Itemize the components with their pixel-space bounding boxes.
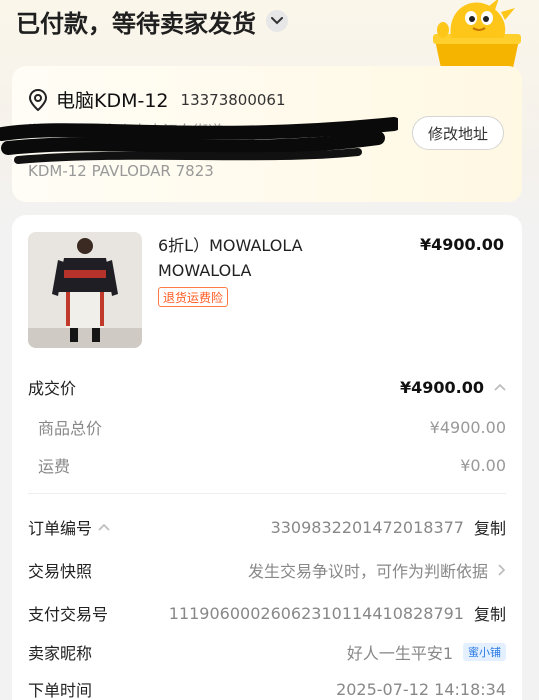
payment-number-row: 支付交易号 1119060002606231011441082879​1 复制	[28, 601, 506, 625]
order-time-label: 下单时间	[28, 681, 93, 700]
payment-number-label: 支付交易号	[28, 605, 109, 624]
payment-number-value: 1119060002606231011441082879​1	[168, 603, 464, 623]
location-pin-icon	[28, 88, 48, 111]
shipping-label: 运费	[38, 457, 71, 476]
chevron-up-icon[interactable]	[98, 523, 110, 531]
seller-badge: 蜜小铺	[463, 643, 506, 661]
mascot-icon	[433, 0, 521, 68]
goods-total-row: 商品总价 ¥4900.00	[28, 415, 506, 439]
shipping-value: ¥0.00	[460, 455, 506, 475]
chevron-down-icon[interactable]	[266, 10, 288, 32]
order-time-row: 下单时间 2025-07-12 14:18:34	[28, 677, 506, 700]
modify-address-button[interactable]: 修改地址	[412, 116, 504, 150]
recipient-phone: 13373800061	[180, 90, 286, 109]
order-status-title: 已付款，等待卖家发货	[16, 9, 256, 38]
address-city: KDM-12 PAVLODAR 7823	[28, 162, 214, 180]
section-divider	[28, 493, 506, 494]
snapshot-row[interactable]: 交易快照 发生交易争议时，可作为判断依据	[28, 558, 506, 582]
address-card: 电脑KDM-12 13373800061 浙江省金华市义乌市江东街道… KDM-…	[0, 66, 522, 202]
recipient-name: 电脑KDM-12	[56, 90, 169, 112]
chevron-up-icon[interactable]	[494, 383, 506, 391]
return-shipping-insurance-tag[interactable]: 退货运费险	[158, 287, 229, 307]
product-title[interactable]: 6折L）MOWALOLA MOWALOLA	[158, 233, 398, 283]
order-card: 6折L）MOWALOLA MOWALOLA ¥4900.00 退货运费险 成交价…	[12, 215, 522, 700]
order-number-label: 订单编号	[28, 519, 93, 538]
order-number-row: 订单编号 3309832201472018377 复制	[28, 515, 506, 539]
goods-total-label: 商品总价	[38, 419, 103, 438]
seller-row[interactable]: 卖家昵称 好人一生平安1 蜜小铺	[28, 640, 506, 664]
order-status-header[interactable]: 已付款，等待卖家发货	[16, 6, 288, 38]
product-price: ¥4900.00	[419, 235, 504, 254]
order-time-value: 2025-07-12 14:18:34	[336, 679, 506, 699]
address-recipient-line: 电脑KDM-12 13373800061	[28, 86, 286, 113]
seller-name: 好人一生平安1	[346, 644, 453, 663]
chevron-right-icon	[498, 564, 506, 576]
copy-payment-number-button[interactable]: 复制	[474, 601, 506, 625]
deal-price-value: ¥4900.00	[399, 377, 484, 397]
deal-price-label: 成交价	[28, 379, 77, 398]
seller-label: 卖家昵称	[28, 644, 93, 663]
order-number-value: 3309832201472018377	[270, 517, 464, 537]
shipping-row: 运费 ¥0.00	[28, 453, 506, 477]
deal-price-row[interactable]: 成交价 ¥4900.00	[28, 375, 506, 399]
product-image[interactable]	[28, 232, 142, 348]
snapshot-value: 发生交易争议时，可作为判断依据	[247, 562, 488, 581]
goods-total-value: ¥4900.00	[429, 417, 506, 437]
copy-order-number-button[interactable]: 复制	[474, 515, 506, 539]
snapshot-label: 交易快照	[28, 562, 93, 581]
